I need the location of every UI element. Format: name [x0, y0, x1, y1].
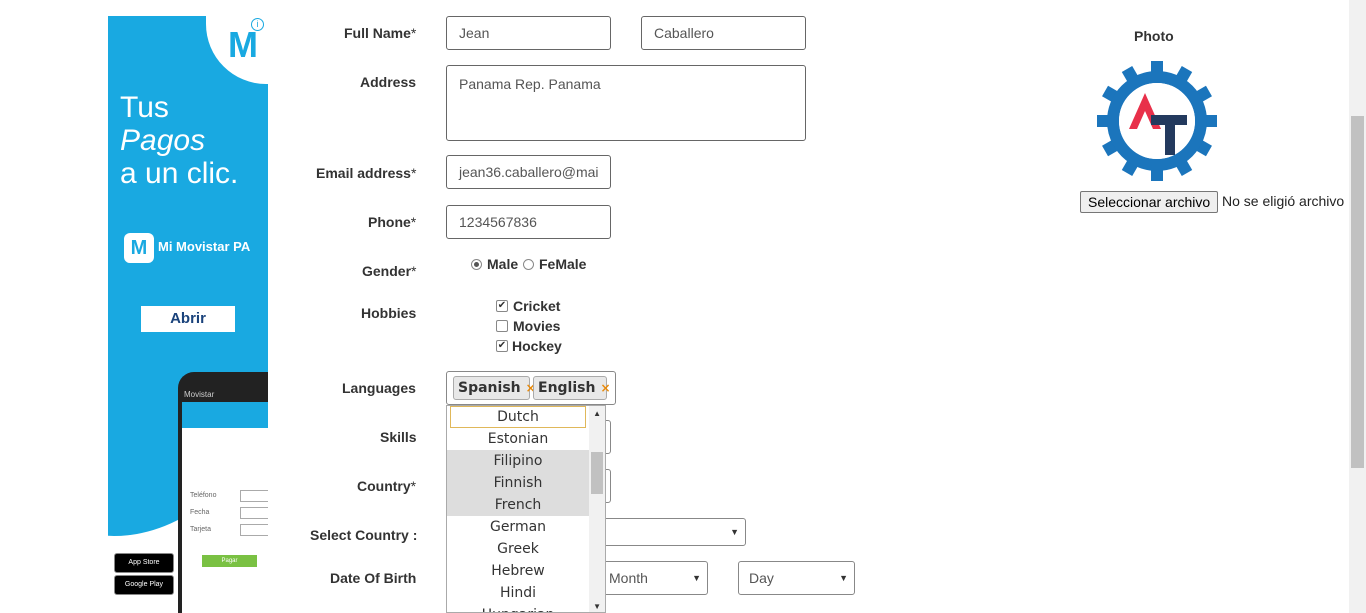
hobby-cricket-label[interactable]: Cricket	[513, 298, 560, 314]
gender-female-radio[interactable]	[523, 259, 534, 270]
language-option[interactable]: Estonian	[447, 428, 589, 450]
hobby-hockey-label[interactable]: Hockey	[512, 338, 562, 354]
gender-female-label[interactable]: FeMale	[539, 256, 586, 272]
language-option[interactable]: German	[447, 516, 589, 538]
remove-tag-icon[interactable]: ×	[600, 381, 610, 395]
scroll-down-arrow-icon[interactable]: ▼	[593, 602, 601, 611]
page-scrollbar-thumb[interactable]	[1351, 116, 1364, 468]
language-option[interactable]: Hungarian	[447, 604, 589, 612]
dropdown-scrollbar-thumb[interactable]	[591, 452, 603, 494]
first-name-input[interactable]: Jean	[446, 16, 611, 50]
dropdown-scrollbar[interactable]	[589, 406, 605, 612]
language-option[interactable]: Hindi	[447, 582, 589, 604]
language-option[interactable]: Filipino	[447, 450, 589, 472]
date-of-birth-label: Date Of Birth	[330, 570, 417, 586]
ad-screen-field	[240, 507, 268, 519]
ad-screen-field	[240, 524, 268, 536]
hobbies-label: Hobbies	[361, 305, 417, 321]
chevron-down-icon: ▼	[730, 527, 739, 537]
hobby-movies-label[interactable]: Movies	[513, 318, 560, 334]
skills-label: Skills	[380, 429, 417, 445]
ad-phone-carrier: Movistar	[184, 390, 215, 399]
email-input[interactable]: jean36.caballero@mai	[446, 155, 611, 189]
hobby-hockey-checkbox[interactable]: ✔	[496, 340, 508, 352]
dob-month-value: Month	[609, 570, 648, 586]
ad-screen-row: Fecha	[190, 509, 210, 516]
address-label: Address	[360, 74, 417, 90]
address-textarea[interactable]: Panama Rep. Panama	[446, 65, 806, 141]
last-name-input[interactable]: Caballero	[641, 16, 806, 50]
language-tag-label: Spanish	[458, 380, 521, 396]
language-tag-english: English ×	[533, 376, 611, 400]
dob-day-value: Day	[749, 570, 774, 586]
ad-headline-3: a un clic.	[120, 157, 239, 190]
app-store-badge[interactable]: App Store	[114, 553, 174, 573]
dob-month-select[interactable]: Month ▼	[598, 561, 708, 595]
gender-male-label[interactable]: Male	[487, 256, 518, 272]
ad-headline-1: Tus	[120, 91, 169, 124]
file-status-text: No se eligió archivo	[1222, 193, 1345, 209]
ad-headline-2: Pagos	[120, 124, 206, 157]
gender-male-radio[interactable]	[471, 259, 482, 270]
phone-label: Phone*	[368, 214, 417, 230]
languages-multiselect[interactable]: Spanish × English ×	[446, 371, 616, 405]
ad-screen-row: Teléfono	[190, 492, 217, 499]
country-label: Country*	[357, 478, 417, 494]
choose-file-button[interactable]: Seleccionar archivo	[1080, 191, 1219, 213]
full-name-label: Full Name*	[344, 25, 417, 41]
languages-dropdown-list[interactable]: Dutch Estonian Filipino Finnish French G…	[446, 405, 606, 613]
languages-label: Languages	[342, 380, 416, 396]
photo-title: Photo	[1134, 28, 1174, 44]
language-option[interactable]: Dutch	[450, 406, 586, 428]
language-tag-label: English	[538, 380, 596, 396]
select-country-label: Select Country :	[310, 527, 418, 543]
hobby-movies-checkbox[interactable]	[496, 320, 508, 332]
ad-screen-row: Tarjeta	[190, 526, 212, 533]
language-tag-spanish: Spanish ×	[453, 376, 536, 400]
ad-phone-screen-header	[182, 402, 268, 428]
language-option[interactable]: Hebrew	[447, 560, 589, 582]
hobby-cricket-checkbox[interactable]: ✔	[496, 300, 508, 312]
movistar-ad[interactable]: M i Tus Pagos a un clic. M Mi Movistar P…	[108, 16, 268, 613]
google-play-badge[interactable]: Google Play	[114, 575, 174, 595]
scroll-up-arrow-icon[interactable]: ▲	[593, 409, 601, 418]
automation-testing-logo-icon	[1097, 61, 1217, 181]
movistar-logo-icon: M	[228, 24, 258, 65]
ad-screen-field	[240, 490, 268, 502]
language-option[interactable]: Greek	[447, 538, 589, 560]
chevron-down-icon: ▼	[692, 573, 701, 583]
phone-input[interactable]: 1234567836	[446, 205, 611, 239]
ad-info-icon[interactable]: i	[251, 18, 264, 31]
ad-screen-button: Pagar	[202, 555, 257, 567]
ad-app-name: Mi Movistar PA	[158, 239, 251, 254]
language-option[interactable]: French	[447, 494, 589, 516]
mi-movistar-app-icon: M	[124, 233, 154, 263]
gender-label: Gender*	[362, 263, 417, 279]
email-label: Email address*	[316, 165, 417, 181]
chevron-down-icon: ▼	[839, 573, 848, 583]
ad-open-button[interactable]: Abrir	[141, 306, 235, 332]
dob-day-select[interactable]: Day ▼	[738, 561, 855, 595]
language-option[interactable]: Finnish	[447, 472, 589, 494]
